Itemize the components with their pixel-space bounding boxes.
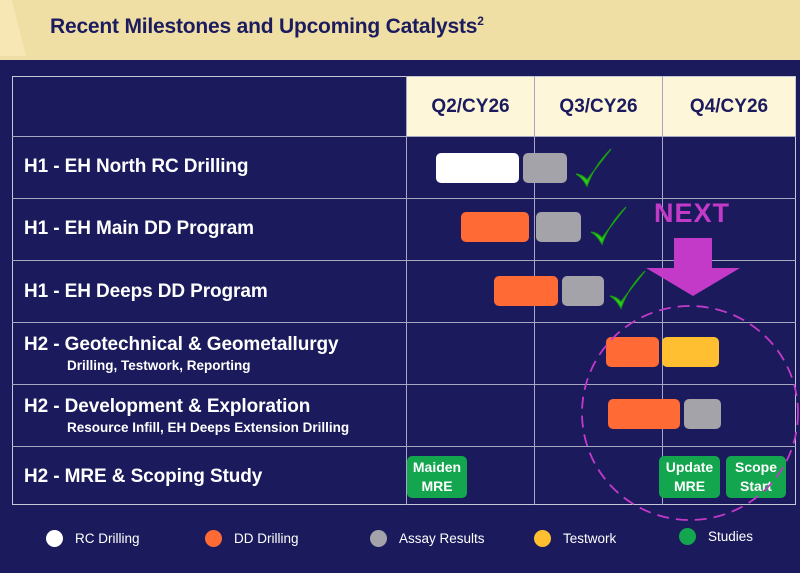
circle-icon [534, 530, 551, 547]
circle-icon [679, 528, 696, 545]
legend-label: Studies [708, 529, 754, 544]
circle-icon [205, 530, 222, 547]
circle-icon [370, 530, 387, 547]
legend-dd-drilling: DD Drilling [205, 530, 299, 547]
legend-rc-drilling: RC Drilling [46, 530, 140, 547]
legend-label: Assay Results [399, 531, 485, 546]
next-highlight [581, 238, 799, 521]
legend-testwork: Testwork [534, 530, 616, 547]
legend-label: DD Drilling [234, 531, 299, 546]
legend-assay-results: Assay Results [370, 530, 485, 547]
dashed-highlight-circle [581, 305, 799, 521]
legend-label: Testwork [563, 531, 617, 546]
legend-label: RC Drilling [75, 531, 140, 546]
circle-icon [46, 530, 63, 547]
down-arrow-icon [646, 238, 740, 296]
legend-studies: Studies [679, 528, 753, 545]
